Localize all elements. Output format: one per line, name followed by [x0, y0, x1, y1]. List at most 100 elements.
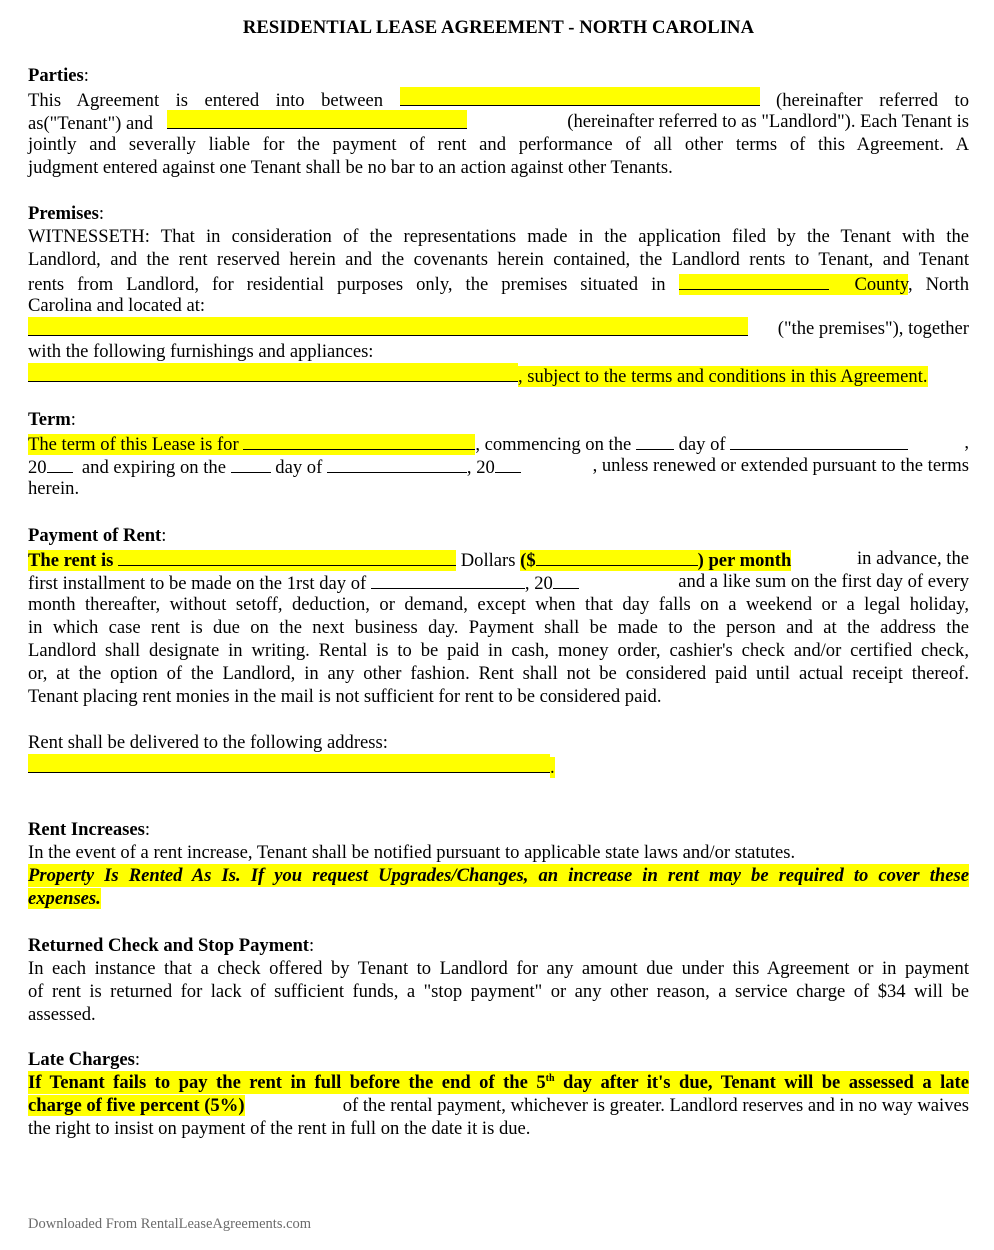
- text: of the rental payment, whichever is grea…: [342, 1095, 969, 1116]
- parties-line-3: jointly and severally liable for the pay…: [28, 134, 969, 155]
- text: 20: [28, 457, 47, 478]
- section-late-charges: Late Charges: If Tenant fails to pay the…: [28, 1048, 969, 1140]
- furnishings-field[interactable]: [28, 363, 518, 382]
- parties-line-2: as("Tenant") and (hereinafter referred t…: [28, 110, 969, 134]
- parties-heading: Parties: [28, 65, 84, 86]
- text: Dollars: [460, 550, 516, 571]
- text: , unless renewed or extended pursuant to…: [592, 455, 969, 476]
- end-month-field[interactable]: [326, 454, 467, 473]
- payment-heading: Payment of Rent: [28, 525, 162, 546]
- text: .: [550, 757, 555, 778]
- landlord-name-field[interactable]: [166, 110, 467, 129]
- text: in advance, the: [856, 548, 969, 569]
- payment-line-1: The rent is Dollars ($ ) per month in adva…: [28, 547, 969, 571]
- text: day of: [678, 434, 726, 455]
- text: , commencing on the: [475, 434, 632, 455]
- end-day-field[interactable]: [230, 454, 271, 473]
- returned-check-line-1: In each instance that a check offered by…: [28, 958, 969, 979]
- late-charges-line-1: If Tenant fails to pay the rent in full …: [28, 1071, 969, 1094]
- rent-increases-line-3: expenses.: [28, 887, 969, 910]
- term-line-2: 20 and expiring on the day of , 20 , unle…: [28, 454, 969, 478]
- end-year-field[interactable]: [494, 454, 521, 473]
- heading-colon: :: [134, 1049, 141, 1070]
- premises-line-6: with the following furnishings and appli…: [28, 341, 374, 362]
- rent-amount-highlight: ($ ) per month: [520, 547, 792, 571]
- start-month-field[interactable]: [730, 431, 909, 450]
- heading-colon: :: [98, 203, 105, 224]
- footer-source: Downloaded From RentalLeaseAgreements.co…: [28, 1216, 312, 1232]
- text: and a like sum on the first day of every: [678, 571, 969, 592]
- text: Property Is Rented As Is. If you request…: [28, 864, 969, 887]
- premises-address-field[interactable]: [28, 317, 748, 336]
- furnishings-comma: , subject to the terms and conditions in…: [518, 366, 928, 387]
- payment-line-2: first installment to be made on the 1rst…: [28, 570, 969, 594]
- late-fee-highlight: charge of five percent (5%): [28, 1095, 245, 1116]
- term-highlight: The term of this Lease is for: [28, 431, 476, 455]
- text: , North: [908, 274, 969, 295]
- premises-heading: Premises: [28, 203, 99, 224]
- heading-colon: :: [144, 819, 151, 840]
- rent-increases-line-1: In the event of a rent increase, Tenant …: [28, 842, 796, 863]
- section-premises: Premises: WITNESSETH: That in considerat…: [28, 202, 969, 387]
- county-label: County: [854, 274, 908, 295]
- section-payment: Payment of Rent: The rent is Dollars ($)…: [28, 524, 969, 778]
- text: expenses.: [28, 888, 101, 909]
- text: first installment to be made on the 1rst…: [28, 573, 367, 594]
- section-term: Term: The term of this Lease is for , co…: [28, 408, 969, 500]
- text: day after it's due, Tenant will be asses…: [554, 1072, 969, 1093]
- payment-line-7: Tenant placing rent monies in the mail i…: [28, 686, 662, 707]
- start-year-field[interactable]: [46, 454, 73, 473]
- parties-line-4: judgment entered against one Tenant shal…: [28, 157, 673, 178]
- premises-line-5: ("the premises"), together: [28, 317, 969, 340]
- text: ("the premises"), together: [777, 318, 969, 339]
- superscript: th: [545, 1073, 555, 1084]
- county-field[interactable]: [678, 271, 829, 290]
- text: day of: [275, 457, 323, 478]
- rent-amount-words-field[interactable]: [118, 547, 457, 566]
- parties-line-1: This Agreement is entered into between (…: [28, 87, 970, 111]
- start-day-field[interactable]: [635, 431, 674, 450]
- premises-line-1: WITNESSETH: That in consideration of the…: [28, 226, 969, 247]
- text: ,: [964, 432, 969, 453]
- premises-line-4: Carolina and located at:: [28, 295, 206, 316]
- rent-highlight: The rent is: [28, 547, 457, 571]
- heading-colon: :: [161, 525, 167, 546]
- county-highlight: County: [678, 271, 908, 295]
- payment-line-5: Landlord shall designate in writing. Ren…: [28, 640, 969, 661]
- rent-amount-number-field[interactable]: [535, 547, 698, 566]
- text: The term of this Lease is for: [28, 434, 239, 455]
- delivery-label: Rent shall be delivered to the following…: [28, 732, 388, 753]
- delivery-address-field[interactable]: [28, 754, 550, 773]
- text: (hereinafter referred to: [776, 90, 970, 111]
- payment-line-6: or, at the option of the Landlord, in an…: [28, 663, 969, 684]
- text: This Agreement is entered into between: [28, 90, 384, 111]
- text: ) per month: [697, 550, 792, 571]
- heading-colon: :: [309, 935, 315, 956]
- tenant-name-field[interactable]: [399, 87, 760, 106]
- payment-line-4: in which case rent is due on the next bu…: [28, 617, 969, 638]
- term-line-1: The term of this Lease is for , commenci…: [28, 431, 969, 455]
- term-length-field[interactable]: [243, 431, 476, 450]
- text: as("Tenant") and: [28, 113, 153, 134]
- first-installment-month-field[interactable]: [370, 570, 525, 589]
- late-charges-line-3: the right to insist on payment of the re…: [28, 1118, 531, 1139]
- first-installment-year-field[interactable]: [552, 570, 579, 589]
- text: rents from Landlord, for residential pur…: [28, 274, 666, 295]
- premises-line-3: rents from Landlord, for residential pur…: [28, 271, 969, 295]
- section-rent-increases: Rent Increases: In the event of a rent i…: [28, 818, 969, 910]
- text: , 20: [466, 457, 495, 478]
- rent-increases-line-2: Property Is Rented As Is. If you request…: [28, 864, 969, 887]
- text: , subject to the terms and conditions in…: [518, 366, 928, 387]
- text: (hereinafter referred to as "Landlord").…: [567, 111, 969, 132]
- late-charges-line-2: charge of five percent (5%) of the renta…: [28, 1094, 969, 1117]
- text: The rent is: [28, 550, 114, 571]
- text: and expiring on the: [81, 457, 226, 478]
- section-returned-check: Returned Check and Stop Payment: In each…: [28, 934, 969, 1026]
- returned-check-line-2: of rent is returned for lack of sufficie…: [28, 981, 969, 1002]
- premises-line-2: Landlord, and the rent reserved herein a…: [28, 249, 969, 270]
- text: ($: [520, 550, 536, 571]
- rent-increases-heading: Rent Increases: [28, 819, 145, 840]
- heading-colon: :: [83, 65, 89, 86]
- delivery-line: .: [28, 754, 969, 778]
